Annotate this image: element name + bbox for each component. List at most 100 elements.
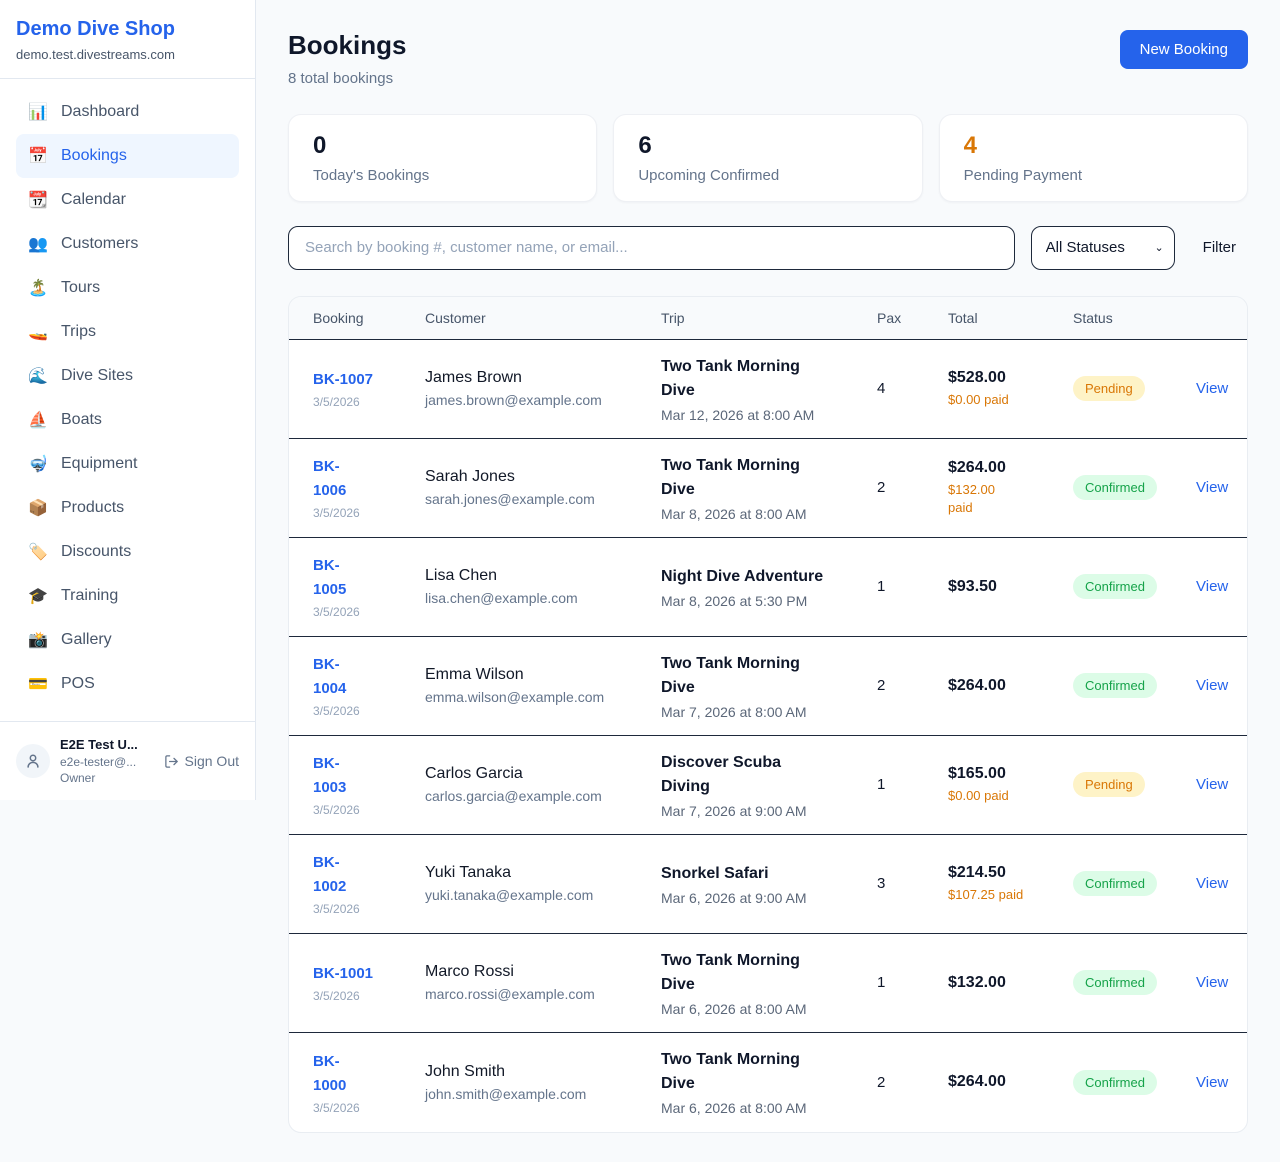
sidebar-item-boats[interactable]: ⛵ Boats bbox=[16, 398, 239, 442]
view-link[interactable]: View bbox=[1196, 479, 1232, 496]
view-link[interactable]: View bbox=[1196, 677, 1232, 694]
sidebar-item-bookings[interactable]: 📅 Bookings bbox=[16, 134, 239, 178]
total-amount: $528.00 bbox=[948, 369, 1073, 387]
table-row: BK- 1003 3/5/2026 Carlos Garcia carlos.g… bbox=[289, 736, 1247, 835]
total-amount: $264.00 bbox=[948, 1073, 1073, 1091]
sidebar-item-equipment[interactable]: 🤿 Equipment bbox=[16, 442, 239, 486]
customer-email: john.smith@example.com bbox=[425, 1086, 661, 1102]
stat-card: 0 Today's Bookings bbox=[288, 114, 597, 202]
sidebar-item-calendar[interactable]: 📆 Calendar bbox=[16, 178, 239, 222]
customer-email: lisa.chen@example.com bbox=[425, 590, 661, 606]
pax-value: 1 bbox=[877, 578, 948, 595]
customer-name: Marco Rossi bbox=[425, 963, 661, 981]
trip-datetime: Mar 8, 2026 at 5:30 PM bbox=[661, 593, 877, 609]
status-select-wrap: All Statuses ⌄ bbox=[1031, 226, 1175, 270]
sidebar-item-label: Bookings bbox=[61, 147, 127, 165]
booking-id-link[interactable]: BK- 1006 bbox=[313, 455, 425, 503]
booking-id-link[interactable]: BK- 1004 bbox=[313, 653, 425, 701]
sidebar-header: Demo Dive Shop demo.test.divestreams.com bbox=[0, 0, 255, 79]
sidebar-item-pos[interactable]: 💳 POS bbox=[16, 662, 239, 706]
trip-datetime: Mar 6, 2026 at 8:00 AM bbox=[661, 1001, 877, 1017]
customer-email: marco.rossi@example.com bbox=[425, 986, 661, 1002]
view-link[interactable]: View bbox=[1196, 380, 1232, 397]
pax-value: 1 bbox=[877, 776, 948, 793]
sidebar-item-dashboard[interactable]: 📊 Dashboard bbox=[16, 90, 239, 134]
stat-label: Upcoming Confirmed bbox=[638, 167, 897, 184]
pax-value: 4 bbox=[877, 380, 948, 397]
booking-date: 3/5/2026 bbox=[313, 704, 425, 718]
view-link[interactable]: View bbox=[1196, 1074, 1232, 1091]
sidebar-item-label: Equipment bbox=[61, 455, 138, 473]
sidebar-item-label: Dashboard bbox=[61, 103, 139, 121]
bookings-icon: 📅 bbox=[28, 146, 48, 166]
column-header-booking: Booking bbox=[313, 310, 425, 326]
booking-id-link[interactable]: BK- 1000 bbox=[313, 1050, 425, 1098]
view-link[interactable]: View bbox=[1196, 578, 1232, 595]
sidebar-item-trips[interactable]: 🚤 Trips bbox=[16, 310, 239, 354]
status-badge: Confirmed bbox=[1073, 574, 1157, 599]
customer-name: Sarah Jones bbox=[425, 468, 661, 486]
user-email: e2e-tester@... bbox=[60, 754, 138, 770]
booking-id-link[interactable]: BK- 1005 bbox=[313, 554, 425, 602]
status-badge: Confirmed bbox=[1073, 1070, 1157, 1095]
sidebar-item-label: Products bbox=[61, 499, 124, 517]
view-link[interactable]: View bbox=[1196, 974, 1232, 991]
booking-id-link[interactable]: BK- 1002 bbox=[313, 851, 425, 899]
sidebar-item-discounts[interactable]: 🏷️ Discounts bbox=[16, 530, 239, 574]
trip-datetime: Mar 6, 2026 at 8:00 AM bbox=[661, 1100, 877, 1116]
status-badge: Confirmed bbox=[1073, 970, 1157, 995]
booking-date: 3/5/2026 bbox=[313, 1101, 425, 1115]
table-row: BK- 1000 3/5/2026 John Smith john.smith@… bbox=[289, 1033, 1247, 1132]
sidebar-item-label: Boats bbox=[61, 411, 102, 429]
sign-out-icon bbox=[164, 754, 179, 769]
page-title: Bookings bbox=[288, 30, 406, 61]
paid-amount: $132.00 paid bbox=[948, 481, 1073, 517]
booking-date: 3/5/2026 bbox=[313, 506, 425, 520]
booking-id-link[interactable]: BK-1001 bbox=[313, 962, 425, 986]
sidebar-item-tours[interactable]: 🏝️ Tours bbox=[16, 266, 239, 310]
new-booking-button[interactable]: New Booking bbox=[1120, 30, 1248, 69]
paid-amount: $0.00 paid bbox=[948, 391, 1073, 409]
customer-email: carlos.garcia@example.com bbox=[425, 788, 661, 804]
table-row: BK- 1006 3/5/2026 Sarah Jones sarah.jone… bbox=[289, 439, 1247, 538]
products-icon: 📦 bbox=[28, 498, 48, 518]
sidebar-item-training[interactable]: 🎓 Training bbox=[16, 574, 239, 618]
paid-amount: $107.25 paid bbox=[948, 886, 1073, 904]
main-content: Bookings 8 total bookings New Booking 0 … bbox=[256, 0, 1280, 1162]
stat-card: 6 Upcoming Confirmed bbox=[613, 114, 922, 202]
customer-email: emma.wilson@example.com bbox=[425, 689, 661, 705]
sidebar-item-gallery[interactable]: 📸 Gallery bbox=[16, 618, 239, 662]
status-select[interactable]: All Statuses bbox=[1031, 226, 1175, 270]
view-link[interactable]: View bbox=[1196, 776, 1232, 793]
booking-date: 3/5/2026 bbox=[313, 395, 425, 409]
pax-value: 2 bbox=[877, 677, 948, 694]
search-input[interactable] bbox=[288, 226, 1015, 270]
column-header-total: Total bbox=[948, 310, 1073, 326]
view-link[interactable]: View bbox=[1196, 875, 1232, 892]
booking-id-link[interactable]: BK- 1003 bbox=[313, 752, 425, 800]
tours-icon: 🏝️ bbox=[28, 278, 48, 298]
customer-name: James Brown bbox=[425, 369, 661, 387]
trip-datetime: Mar 8, 2026 at 8:00 AM bbox=[661, 506, 877, 522]
booking-date: 3/5/2026 bbox=[313, 605, 425, 619]
sidebar-item-products[interactable]: 📦 Products bbox=[16, 486, 239, 530]
sidebar-item-label: Dive Sites bbox=[61, 367, 133, 385]
booking-date: 3/5/2026 bbox=[313, 989, 425, 1003]
sidebar-item-label: Discounts bbox=[61, 543, 131, 561]
brand-title: Demo Dive Shop bbox=[16, 16, 239, 42]
customer-email: sarah.jones@example.com bbox=[425, 491, 661, 507]
filter-button[interactable]: Filter bbox=[1191, 239, 1248, 256]
table-row: BK- 1005 3/5/2026 Lisa Chen lisa.chen@ex… bbox=[289, 538, 1247, 637]
sidebar-item-customers[interactable]: 👥 Customers bbox=[16, 222, 239, 266]
dashboard-icon: 📊 bbox=[28, 102, 48, 122]
status-badge: Confirmed bbox=[1073, 871, 1157, 896]
equipment-icon: 🤿 bbox=[28, 454, 48, 474]
trip-name: Two Tank Morning Dive bbox=[661, 949, 836, 997]
sidebar-item-dive-sites[interactable]: 🌊 Dive Sites bbox=[16, 354, 239, 398]
trips-icon: 🚤 bbox=[28, 322, 48, 342]
sign-out-button[interactable]: Sign Out bbox=[164, 753, 239, 769]
sidebar-item-label: Tours bbox=[61, 279, 100, 297]
booking-date: 3/5/2026 bbox=[313, 902, 425, 916]
booking-date: 3/5/2026 bbox=[313, 803, 425, 817]
booking-id-link[interactable]: BK-1007 bbox=[313, 368, 425, 392]
